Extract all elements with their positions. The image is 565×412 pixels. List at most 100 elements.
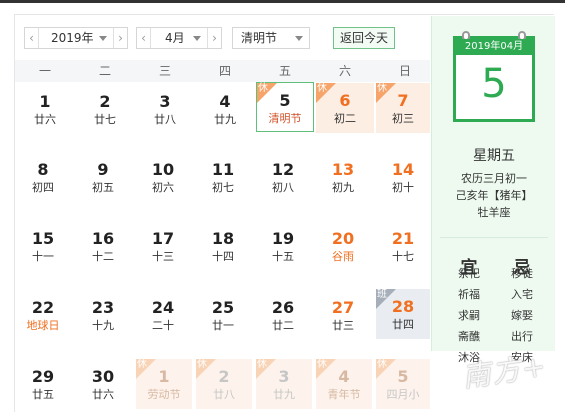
year-dropdown-icon[interactable] xyxy=(99,36,107,41)
month-picker: ‹ 4月 › xyxy=(136,27,222,49)
back-to-today-button[interactable]: 返回今天 xyxy=(333,27,395,49)
day-number: 11 xyxy=(211,160,235,179)
day-cell[interactable]: 12 初八 xyxy=(255,152,311,202)
weekday-mon: 一 xyxy=(38,64,51,78)
prev-month-button[interactable]: ‹ xyxy=(137,28,151,48)
holiday-select[interactable]: 清明节 xyxy=(232,27,310,49)
day-number: 29 xyxy=(31,367,55,386)
lunar-date: 廿四 xyxy=(392,318,414,331)
lunar-date: 十三 xyxy=(152,250,174,263)
day-cell[interactable]: 22 地球日 xyxy=(15,290,71,340)
lunar-date: 初四 xyxy=(32,181,54,194)
date-card-day: 5 xyxy=(481,61,507,107)
day-number: 18 xyxy=(211,229,235,248)
day-number: 30 xyxy=(91,367,115,386)
day-cell[interactable]: 休 6 初二 xyxy=(316,83,374,133)
day-cell[interactable]: 4 廿九 xyxy=(197,84,253,134)
lunar-date: 初七 xyxy=(212,181,234,194)
panel-divider xyxy=(440,237,548,238)
lunar-date: 廿八 xyxy=(154,113,176,126)
lunar-date: 十二 xyxy=(92,250,114,263)
holiday-tag-label: 休 xyxy=(377,359,387,370)
day-cell[interactable]: 23 十九 xyxy=(75,290,131,340)
holiday-select-value: 清明节 xyxy=(241,31,278,45)
lunar-date: 廿八 xyxy=(213,388,235,401)
festival-label: 劳动节 xyxy=(147,388,181,401)
lunar-date: 十七 xyxy=(392,250,414,263)
ji-item: 嫁娶 xyxy=(511,309,533,322)
month-select[interactable]: 4月 xyxy=(165,28,185,48)
year-picker: ‹ 2019年 › xyxy=(24,27,128,49)
day-number: 3 xyxy=(159,92,171,111)
day-cell[interactable]: 19 十五 xyxy=(255,221,311,271)
day-cell[interactable]: 26 廿二 xyxy=(255,290,311,340)
day-cell[interactable]: 25 廿一 xyxy=(195,290,251,340)
day-cell-next-month[interactable]: 休 4 青年节 xyxy=(316,359,372,409)
lunar-date: 十五 xyxy=(272,250,294,263)
day-cell[interactable]: 18 十四 xyxy=(195,221,251,271)
day-cell-next-month[interactable]: 休 2 廿八 xyxy=(196,359,252,409)
holiday-tag-label: 休 xyxy=(257,359,267,370)
lunar-date: 廿七 xyxy=(94,113,116,126)
lunar-date: 十四 xyxy=(212,250,234,263)
day-number: 13 xyxy=(331,160,355,179)
lunar-date: 廿五 xyxy=(32,388,54,401)
day-cell[interactable]: 3 廿八 xyxy=(137,84,193,134)
day-cell[interactable]: 1 廿六 xyxy=(17,84,73,134)
lunar-date: 初三 xyxy=(392,112,414,125)
day-cell-next-month[interactable]: 休 5 四月小 xyxy=(376,359,430,409)
day-cell-workday[interactable]: 班 28 廿四 xyxy=(376,289,430,339)
weekday-wed: 三 xyxy=(158,64,171,78)
day-cell[interactable]: 21 十七 xyxy=(375,221,431,271)
next-year-button[interactable]: › xyxy=(113,28,127,48)
lunar-date: 廿三 xyxy=(332,319,354,332)
day-cell[interactable]: 30 廿六 xyxy=(75,359,131,409)
top-border xyxy=(0,0,565,3)
month-dropdown-icon[interactable] xyxy=(193,36,201,41)
day-cell[interactable]: 休 7 初三 xyxy=(376,83,430,133)
holiday-tag-label: 休 xyxy=(258,83,268,94)
date-card-header: 2019年04月 xyxy=(456,39,532,55)
day-cell-selected[interactable]: 休 5 清明节 xyxy=(256,82,314,132)
holiday-tag-label: 休 xyxy=(197,359,207,370)
day-cell[interactable]: 2 廿七 xyxy=(77,84,133,134)
day-cell[interactable]: 9 初五 xyxy=(75,152,131,202)
day-number: 19 xyxy=(271,229,295,248)
day-cell[interactable]: 20 谷雨 xyxy=(315,221,371,271)
day-cell-next-month[interactable]: 休 1 劳动节 xyxy=(136,359,192,409)
prev-year-button[interactable]: ‹ xyxy=(25,28,39,48)
year-select[interactable]: 2019年 xyxy=(51,28,94,48)
holiday-tag-label: 休 xyxy=(317,83,327,94)
zodiac-sign: 牡羊座 xyxy=(477,206,511,219)
holiday-tag-label: 休 xyxy=(377,83,387,94)
lunar-date: 清明节 xyxy=(268,112,302,125)
day-cell[interactable]: 10 初六 xyxy=(135,152,191,202)
day-cell-next-month[interactable]: 休 3 廿九 xyxy=(256,359,312,409)
weekday-header: 一 二 三 四 五 六 日 xyxy=(15,60,430,82)
day-number: 9 xyxy=(97,160,109,179)
yi-item: 祈福 xyxy=(458,288,480,301)
day-cell[interactable]: 24 二十 xyxy=(135,290,191,340)
day-cell[interactable]: 17 十三 xyxy=(135,221,191,271)
day-number: 25 xyxy=(211,298,235,317)
festival-label: 地球日 xyxy=(26,319,60,332)
day-cell[interactable]: 27 廿三 xyxy=(315,290,371,340)
day-cell[interactable]: 8 初四 xyxy=(15,152,71,202)
day-number: 23 xyxy=(91,298,115,317)
day-number: 14 xyxy=(391,160,415,179)
next-month-button[interactable]: › xyxy=(207,28,221,48)
day-number: 10 xyxy=(151,160,175,179)
day-cell[interactable]: 14 初十 xyxy=(375,152,431,202)
day-number: 21 xyxy=(391,229,415,248)
selected-lunar-date: 农历三月初一 xyxy=(461,172,527,185)
day-number: 1 xyxy=(39,92,51,111)
lunar-date: 廿九 xyxy=(214,113,236,126)
lunar-date: 二十 xyxy=(152,319,174,332)
day-cell[interactable]: 13 初九 xyxy=(315,152,371,202)
day-cell[interactable]: 16 十二 xyxy=(75,221,131,271)
day-cell[interactable]: 11 初七 xyxy=(195,152,251,202)
day-cell[interactable]: 29 廿五 xyxy=(15,359,71,409)
lunar-date: 廿六 xyxy=(92,388,114,401)
lunar-date: 十九 xyxy=(92,319,114,332)
day-cell[interactable]: 15 十一 xyxy=(15,221,71,271)
